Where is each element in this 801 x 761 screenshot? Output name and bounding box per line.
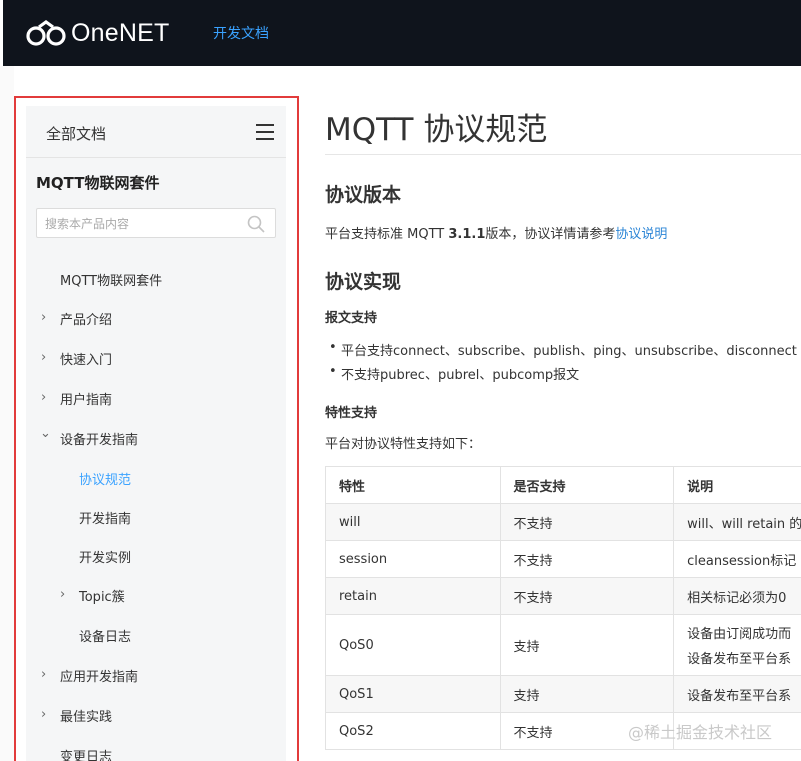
table-row: will 不支持 will、will retain 的 xyxy=(325,503,801,541)
version-paragraph: 平台支持标准 MQTT 3.1.1版本，协议详情请参考协议说明 xyxy=(325,223,667,242)
table-row: QoS1 支持 设备发布至平台系 xyxy=(325,675,801,713)
protocol-description-link[interactable]: 协议说明 xyxy=(615,227,667,242)
sidebar-item-user-guide[interactable]: › 用户指南 xyxy=(26,387,286,411)
table-row: QoS0 支持 设备由订阅成功而 设备发布至平台系 xyxy=(325,614,801,676)
sidebar-item-label: 开发实例 xyxy=(79,551,132,566)
table-cell: 不支持 xyxy=(499,577,675,615)
hamburger-menu-icon[interactable] xyxy=(256,124,274,140)
watermark-text: @稀土掘金技术社区 xyxy=(628,723,773,742)
column-header: 是否支持 xyxy=(499,466,675,504)
sidebar: 全部文档 MQTT物联网套件 MQTT物联网套件 › 产品介绍 xyxy=(14,96,299,761)
chevron-right-icon: › xyxy=(41,390,47,405)
section-heading-version: 协议版本 xyxy=(325,184,402,206)
sidebar-item-label: 开发指南 xyxy=(79,512,132,527)
sidebar-item-label: 最佳实践 xyxy=(60,710,113,725)
table-cell: QoS1 xyxy=(325,675,501,713)
chevron-right-icon: › xyxy=(41,707,47,722)
sidebar-item-label: 协议规范 xyxy=(79,473,132,488)
sidebar-item-label: 设备日志 xyxy=(79,630,132,645)
search-icon[interactable] xyxy=(247,215,265,233)
sidebar-item-label: 设备开发指南 xyxy=(60,433,139,448)
column-header: 特性 xyxy=(325,466,501,504)
sidebar-item-label: 快速入门 xyxy=(60,353,113,368)
page-title: MQTT 协议规范 xyxy=(325,112,548,148)
version-text-suffix: 版本，协议详情请参考 xyxy=(485,227,616,242)
list-item: 不支持pubrec、pubrel、pubcomp报文 xyxy=(329,364,579,383)
table-cell: QoS2 xyxy=(325,712,501,750)
sidebar-item-app-dev-guide[interactable]: › 应用开发指南 xyxy=(26,664,286,688)
version-text: 平台支持标准 MQTT xyxy=(325,227,449,242)
version-number: 3.1.1 xyxy=(448,227,486,242)
sidebar-item-quick-start[interactable]: › 快速入门 xyxy=(26,347,286,371)
sidebar-item-label: 产品介绍 xyxy=(60,313,113,328)
sidebar-item-label: 用户指南 xyxy=(60,393,113,408)
chevron-right-icon: › xyxy=(41,350,47,365)
table-cell: 设备由订阅成功而 设备发布至平台系 xyxy=(673,614,801,676)
sidebar-item-topic-cluster[interactable]: › Topic簇 xyxy=(26,584,286,608)
chevron-down-icon: ⌄ xyxy=(40,426,51,441)
chevron-right-icon: › xyxy=(41,310,47,325)
table-row: retain 不支持 相关标记必须为0 xyxy=(325,577,801,615)
sidebar-item-best-practice[interactable]: › 最佳实践 xyxy=(26,704,286,728)
table-cell: 设备发布至平台系 xyxy=(673,675,801,713)
sidebar-item-dev-guide[interactable]: 开发指南 xyxy=(26,506,286,530)
product-title: MQTT物联网套件 xyxy=(36,174,160,192)
onenet-logo[interactable]: OneNET xyxy=(25,19,169,48)
feature-support-table: 特性 是否支持 说明 will 不支持 will、will retain 的 s… xyxy=(325,466,801,750)
table-row: session 不支持 cleansession标记 xyxy=(325,540,801,578)
sidebar-item-dev-examples[interactable]: 开发实例 xyxy=(26,545,286,569)
search-input[interactable] xyxy=(45,215,240,232)
left-background-strip xyxy=(0,66,14,761)
table-cell: 支持 xyxy=(499,614,675,676)
search-box xyxy=(36,208,276,238)
sidebar-item-device-log[interactable]: 设备日志 xyxy=(26,624,286,648)
nav-dev-docs-link[interactable]: 开发文档 xyxy=(213,23,269,43)
feature-intro-text: 平台对协议特性支持如下： xyxy=(325,437,482,452)
sidebar-item-label: 应用开发指南 xyxy=(60,670,139,685)
title-divider xyxy=(325,154,801,155)
section-heading-implementation: 协议实现 xyxy=(325,271,402,293)
table-cell: 不支持 xyxy=(499,540,675,578)
table-cell: will xyxy=(325,503,501,541)
sidebar-item-label: Topic簇 xyxy=(79,590,125,605)
sidebar-item-label: 变更日志 xyxy=(60,750,113,761)
sidebar-item-protocol-spec[interactable]: 协议规范 xyxy=(26,467,286,491)
all-docs-label: 全部文档 xyxy=(46,125,107,143)
sidebar-item-label: MQTT物联网套件 xyxy=(60,274,163,289)
sidebar-item-changelog[interactable]: 变更日志 xyxy=(26,744,286,761)
cell-line: 设备发布至平台系 xyxy=(687,652,792,667)
table-cell: will、will retain 的 xyxy=(673,503,801,541)
table-cell: 相关标记必须为0 xyxy=(673,577,801,615)
sidebar-item-mqtt-suite[interactable]: MQTT物联网套件 xyxy=(26,268,286,292)
cell-line: 设备由订阅成功而 xyxy=(687,627,792,642)
logo-mark-icon xyxy=(26,19,66,46)
chevron-right-icon: › xyxy=(60,587,66,602)
page: OneNET 开发文档 全部文档 MQTT物联网套件 MQTT物联网套件 xyxy=(0,0,801,761)
subheading-message-support: 报文支持 xyxy=(325,311,378,326)
chevron-right-icon: › xyxy=(41,667,47,682)
table-cell: 支持 xyxy=(499,675,675,713)
table-cell: cleansession标记 xyxy=(673,540,801,578)
top-header: OneNET 开发文档 xyxy=(3,0,801,66)
sidebar-item-device-dev-guide[interactable]: ⌄ 设备开发指南 xyxy=(26,426,286,451)
table-cell: QoS0 xyxy=(325,614,501,676)
table-cell: retain xyxy=(325,577,501,615)
logo-text: OneNET xyxy=(71,19,170,47)
column-header: 说明 xyxy=(673,466,801,504)
table-cell: 不支持 xyxy=(499,503,675,541)
all-docs-header[interactable]: 全部文档 xyxy=(26,106,286,158)
subheading-feature-support: 特性支持 xyxy=(325,406,378,421)
table-header-row: 特性 是否支持 说明 xyxy=(325,466,801,504)
sidebar-panel: 全部文档 MQTT物联网套件 MQTT物联网套件 › 产品介绍 xyxy=(26,106,286,761)
list-item: 平台支持connect、subscribe、publish、ping、unsub… xyxy=(329,340,797,359)
table-cell: session xyxy=(325,540,501,578)
sidebar-item-product-intro[interactable]: › 产品介绍 xyxy=(26,307,286,331)
